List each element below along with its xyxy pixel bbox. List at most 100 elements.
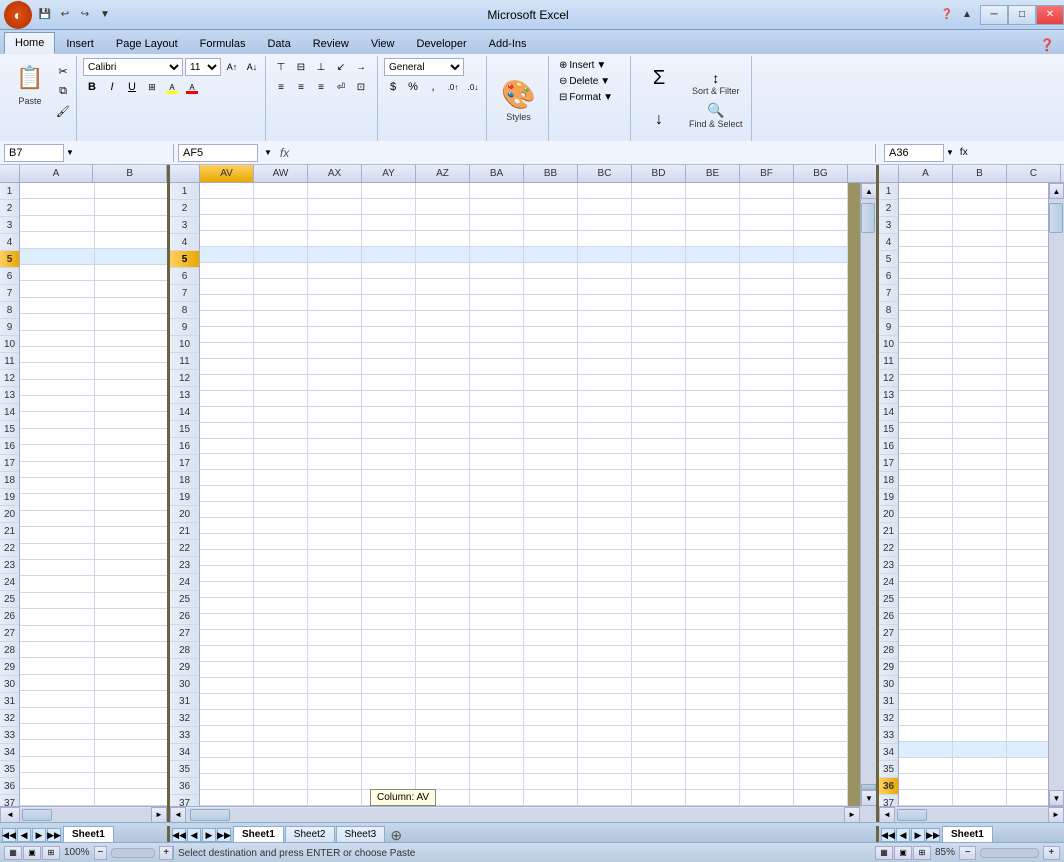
cell-BD32[interactable]: [632, 678, 686, 694]
tab-add-ins[interactable]: Add-Ins: [478, 32, 538, 54]
cell-AY14[interactable]: [362, 391, 416, 407]
cell-BC17[interactable]: [578, 439, 632, 455]
cell-BE15[interactable]: [686, 407, 740, 423]
left-rn-16[interactable]: 16: [0, 438, 19, 455]
cell-BB17[interactable]: [524, 439, 578, 455]
right-cell-A10[interactable]: [899, 327, 953, 343]
align-center-button[interactable]: ≡: [292, 78, 310, 96]
right-rn-3[interactable]: 3: [879, 217, 898, 234]
cell-AZ6[interactable]: [416, 263, 470, 279]
rn-25[interactable]: 25: [170, 591, 199, 608]
right-cell-A22[interactable]: [899, 518, 953, 534]
left-rn-12[interactable]: 12: [0, 370, 19, 387]
cell-BE6[interactable]: [686, 263, 740, 279]
right-rn-17[interactable]: 17: [879, 455, 898, 472]
paste-button[interactable]: 📋 Paste: [8, 58, 52, 108]
cell-BD35[interactable]: [632, 726, 686, 742]
cell-BE21[interactable]: [686, 502, 740, 518]
right-cell-A20[interactable]: [899, 486, 953, 502]
cell-AZ19[interactable]: [416, 470, 470, 486]
cell-BD18[interactable]: [632, 454, 686, 470]
right-cell-C30[interactable]: [1007, 646, 1048, 662]
cell-AY22[interactable]: [362, 518, 416, 534]
right-cell-A5[interactable]: [899, 247, 953, 263]
italic-button[interactable]: I: [103, 78, 121, 96]
cell-BG23[interactable]: [794, 534, 848, 550]
right-cell-A31[interactable]: [899, 662, 953, 678]
left-cell-A7[interactable]: [20, 281, 95, 297]
cell-BF8[interactable]: [740, 295, 794, 311]
cell-BB1[interactable]: [524, 183, 578, 199]
cell-BF27[interactable]: [740, 598, 794, 614]
right-cell-B26[interactable]: [953, 582, 1007, 598]
cell-BB7[interactable]: [524, 279, 578, 295]
left-cell-B31[interactable]: [95, 675, 167, 691]
cell-AY26[interactable]: [362, 582, 416, 598]
left-cell-A30[interactable]: [20, 658, 95, 674]
right-cell-A7[interactable]: [899, 279, 953, 295]
left-cell-A36[interactable]: [20, 757, 95, 773]
right-cell-B18[interactable]: [953, 454, 1007, 470]
left-rn-3[interactable]: 3: [0, 217, 19, 234]
cell-BE20[interactable]: [686, 486, 740, 502]
right-rn-32[interactable]: 32: [879, 710, 898, 727]
cell-AX38[interactable]: [308, 774, 362, 790]
cell-BE39[interactable]: [686, 790, 740, 806]
cell-BC7[interactable]: [578, 279, 632, 295]
right-rn-30[interactable]: 30: [879, 676, 898, 693]
cell-AV31[interactable]: [200, 662, 254, 678]
align-left-button[interactable]: ≡: [272, 78, 290, 96]
cell-BB24[interactable]: [524, 550, 578, 566]
left-cell-A4[interactable]: [20, 232, 95, 248]
tab-view[interactable]: View: [360, 32, 406, 54]
right-nav-last[interactable]: ▶▶: [926, 828, 940, 842]
cell-AZ11[interactable]: [416, 343, 470, 359]
cell-BG16[interactable]: [794, 423, 848, 439]
cell-BF3[interactable]: [740, 215, 794, 231]
cell-AZ16[interactable]: [416, 423, 470, 439]
cell-AV3[interactable]: [200, 215, 254, 231]
left-cell-A8[interactable]: [20, 298, 95, 314]
cell-AX7[interactable]: [308, 279, 362, 295]
cell-AX17[interactable]: [308, 439, 362, 455]
left-sheet1-tab[interactable]: Sheet1: [63, 826, 114, 842]
cell-BC28[interactable]: [578, 614, 632, 630]
left-rn-34[interactable]: 34: [0, 744, 19, 761]
cell-AY1[interactable]: [362, 183, 416, 199]
rn-11[interactable]: 11: [170, 353, 199, 370]
left-rn-20[interactable]: 20: [0, 506, 19, 523]
right-rn-33[interactable]: 33: [879, 727, 898, 744]
cell-BG37[interactable]: [794, 758, 848, 774]
rn-4[interactable]: 4: [170, 234, 199, 251]
left-cell-B36[interactable]: [95, 757, 167, 773]
cell-AV16[interactable]: [200, 423, 254, 439]
cell-AV2[interactable]: [200, 199, 254, 215]
cell-BB12[interactable]: [524, 359, 578, 375]
right-cell-B14[interactable]: [953, 391, 1007, 407]
cell-BE19[interactable]: [686, 470, 740, 486]
cell-BA17[interactable]: [470, 439, 524, 455]
cell-AY20[interactable]: [362, 486, 416, 502]
cell-AX22[interactable]: [308, 518, 362, 534]
right-col-a-header[interactable]: A: [899, 165, 953, 182]
right-cell-A32[interactable]: [899, 678, 953, 694]
cell-AY18[interactable]: [362, 454, 416, 470]
rn-28[interactable]: 28: [170, 642, 199, 659]
cell-BD26[interactable]: [632, 582, 686, 598]
cell-AX39[interactable]: [308, 790, 362, 806]
right-cell-A35[interactable]: [899, 726, 953, 742]
rn-37[interactable]: 37: [170, 795, 199, 806]
qa-dropdown[interactable]: ▼: [96, 6, 114, 24]
cell-BB20[interactable]: [524, 486, 578, 502]
left-rn-26[interactable]: 26: [0, 608, 19, 625]
cell-BG10[interactable]: [794, 327, 848, 343]
left-nav-prev[interactable]: ◀: [17, 828, 31, 842]
right-cell-A3[interactable]: [899, 215, 953, 231]
cell-AW28[interactable]: [254, 614, 308, 630]
cell-BC37[interactable]: [578, 758, 632, 774]
cell-AY11[interactable]: [362, 343, 416, 359]
cell-BB13[interactable]: [524, 375, 578, 391]
cell-BB9[interactable]: [524, 311, 578, 327]
cell-BC20[interactable]: [578, 486, 632, 502]
cell-BF9[interactable]: [740, 311, 794, 327]
